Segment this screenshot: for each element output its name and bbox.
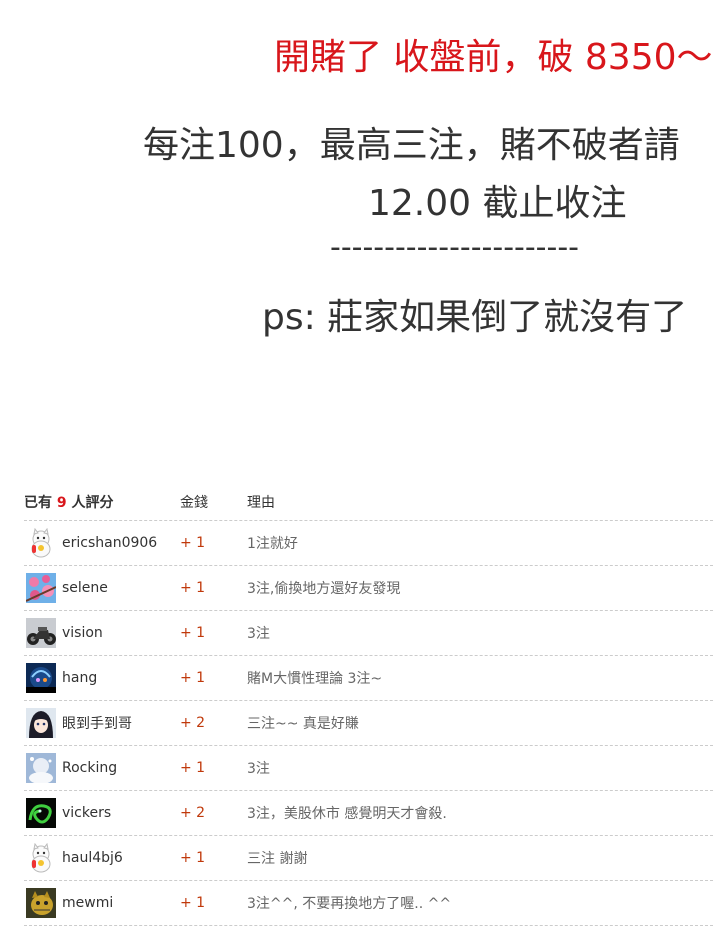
rating-amount: + 2: [180, 805, 206, 821]
lucky-cat-icon[interactable]: [26, 527, 56, 558]
post-content: 開賭了 收盤前，破 8350～ 每注100，最高三注，賭不破者請 12.00 截…: [0, 0, 713, 460]
snowy-avatar[interactable]: [26, 753, 56, 784]
rating-amount: + 2: [180, 715, 206, 731]
rater-cell: mewmi: [24, 888, 180, 918]
rating-row: selene + 1 3注,偷換地方還好友發現: [24, 566, 713, 611]
rating-amount: + 1: [180, 760, 206, 776]
rater-username-link[interactable]: vision: [62, 625, 103, 641]
rater-cell: hang: [24, 663, 180, 693]
rater-username-link[interactable]: mewmi: [62, 895, 113, 911]
rating-reason: 3注，美股休市 感覺明天才會殺.: [247, 806, 447, 822]
motorcycle-avatar[interactable]: [26, 618, 56, 648]
rating-reason: 三注 謝謝: [247, 851, 308, 867]
rater-cell: vickers: [24, 798, 180, 828]
rater-cell: selene: [24, 573, 180, 603]
post-line-rules: 每注100，最高三注，賭不破者請: [143, 125, 680, 166]
rating-reason: 1注就好: [247, 536, 298, 552]
rater-cell: ericshan0906: [24, 527, 180, 558]
lucky-cat-icon[interactable]: [26, 842, 56, 873]
rating-reason: 3注: [247, 626, 270, 642]
post-line-ps: ps: 莊家如果倒了就沒有了: [262, 297, 688, 338]
rating-amount: + 1: [180, 850, 206, 866]
rater-cell: Rocking: [24, 753, 180, 784]
rater-username-link[interactable]: Rocking: [62, 760, 117, 776]
rating-amount: + 1: [180, 625, 206, 641]
money-column-header: 金錢: [180, 495, 208, 511]
post-line-separator: -----------------------: [330, 230, 579, 265]
rating-row: vickers + 2 3注，美股休市 感覺明天才會殺.: [24, 791, 713, 836]
rating-row: haul4bj6 + 1 三注 謝謝: [24, 836, 713, 881]
rating-row: Rocking + 1 3注: [24, 746, 713, 791]
post-line-deadline: 12.00 截止收注: [368, 183, 627, 224]
rating-row: mewmi + 1 3注^^, 不要再換地方了喔.. ^^: [24, 881, 713, 926]
rater-username-link[interactable]: selene: [62, 580, 108, 596]
rating-table: 已有 9 人評分 金錢 理由 ericshan0906 + 1 1注就好 selene…: [24, 484, 713, 926]
anime-girl-avatar[interactable]: [26, 708, 56, 738]
rating-reason: 3注,偷換地方還好友發現: [247, 581, 401, 597]
rating-reason: 3注: [247, 761, 270, 777]
rating-count: 9: [56, 495, 67, 511]
rating-header: 已有 9 人評分 金錢 理由: [24, 484, 713, 521]
rater-cell: vision: [24, 618, 180, 648]
rater-username-link[interactable]: ericshan0906: [62, 535, 157, 551]
reason-column-header: 理由: [247, 495, 275, 511]
rating-reason: 3注^^, 不要再換地方了喔.. ^^: [247, 896, 452, 912]
green-dragon-avatar[interactable]: [26, 798, 56, 828]
rater-username-link[interactable]: haul4bj6: [62, 850, 123, 866]
cat-photo-avatar[interactable]: [26, 888, 56, 918]
rater-username-link[interactable]: 眼到手到哥: [62, 713, 132, 733]
rating-amount: + 1: [180, 580, 206, 596]
rating-row: ericshan0906 + 1 1注就好: [24, 521, 713, 566]
rating-row: 眼到手到哥 + 2 三注~~ 真是好賺: [24, 701, 713, 746]
rating-amount: + 1: [180, 535, 206, 551]
rater-cell: 眼到手到哥: [24, 708, 180, 738]
dark-character-avatar[interactable]: [26, 663, 56, 693]
post-line-title: 開賭了 收盤前，破 8350～: [274, 37, 713, 78]
blossom-avatar[interactable]: [25, 573, 57, 603]
rating-amount: + 1: [180, 895, 206, 911]
rating-row: hang + 1 賭M大慣性理論 3注~: [24, 656, 713, 701]
rating-row: vision + 1 3注: [24, 611, 713, 656]
rating-reason: 賭M大慣性理論 3注~: [247, 671, 383, 687]
rating-reason: 三注~~ 真是好賺: [247, 716, 359, 732]
rating-count-label: 已有 9 人評分: [24, 495, 114, 511]
rater-cell: haul4bj6: [24, 842, 180, 873]
rating-amount: + 1: [180, 670, 206, 686]
rater-username-link[interactable]: hang: [62, 670, 97, 686]
rater-username-link[interactable]: vickers: [62, 805, 111, 821]
